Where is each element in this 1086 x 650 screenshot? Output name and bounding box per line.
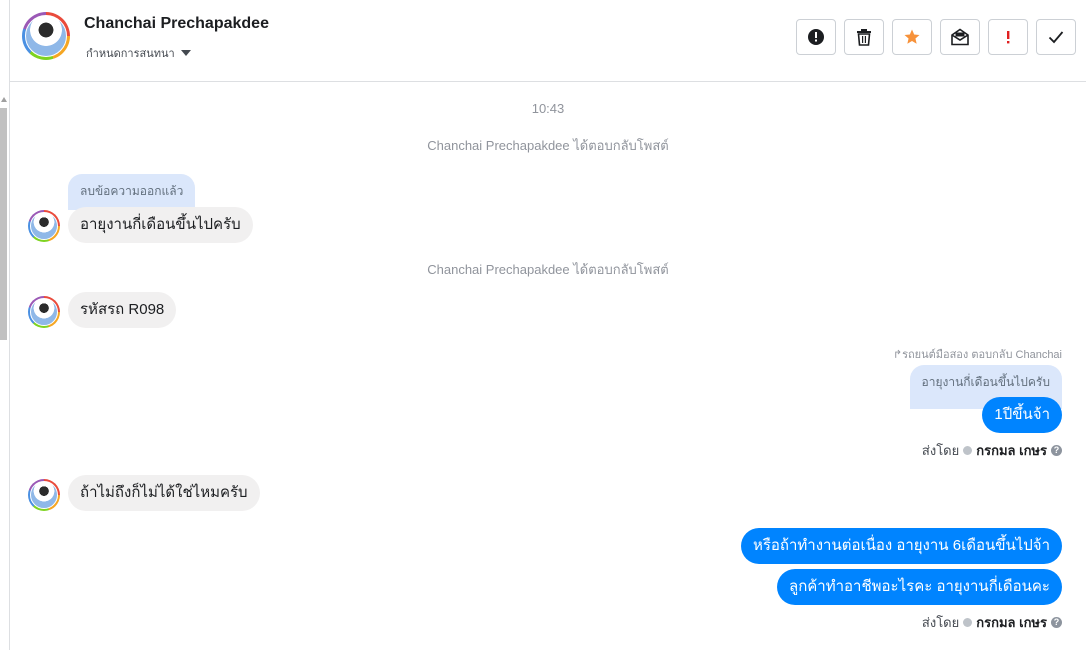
conversation-header: Chanchai Prechapakdee กำหนดการสนทนา [10, 0, 1086, 82]
sender-avatar[interactable] [28, 296, 60, 328]
incoming-message[interactable]: ถ้าไม่ถึงก็ไม่ได้ใช่ไหมครับ [68, 475, 260, 511]
system-notice: Chanchai Prechapakdee ได้ตอบกลับโพสต์ [427, 138, 669, 153]
quoted-message: ลบข้อความออกแล้ว [68, 174, 196, 210]
caret-down-icon [180, 50, 191, 56]
delete-button[interactable] [844, 19, 884, 55]
system-notice: Chanchai Prechapakdee ได้ตอบกลับโพสต์ [427, 262, 669, 277]
trash-icon [857, 29, 871, 46]
mark-done-button[interactable] [1036, 19, 1076, 55]
mark-unread-button[interactable] [940, 19, 980, 55]
conversation-settings-dropdown[interactable]: กำหนดการสนทนา [86, 44, 191, 62]
reply-note-text: รถยนต์มือสอง ตอบกลับ Chanchai [902, 349, 1062, 361]
help-icon[interactable]: ? [1051, 445, 1062, 456]
contact-name[interactable]: Chanchai Prechapakdee [84, 15, 269, 33]
mark-unread-icon [951, 28, 969, 46]
report-spam-button[interactable] [796, 19, 836, 55]
outgoing-message[interactable]: ลูกค้าทำอาชีพอะไรคะ อายุงานกี่เดือนคะ [777, 569, 1062, 605]
outgoing-message[interactable]: 1ปีขึ้นจ้า [982, 397, 1062, 433]
help-icon[interactable]: ? [1051, 617, 1062, 628]
verified-icon [963, 446, 973, 455]
mark-important-button[interactable] [988, 19, 1028, 55]
message-thread: 10:43 Chanchai Prechapakdee ได้ตอบกลับโพ… [10, 83, 1086, 650]
sender-name[interactable]: กรกมล เกษร [976, 440, 1047, 461]
check-icon [1048, 31, 1064, 44]
verified-icon [963, 618, 973, 627]
conversation-toolbar [796, 19, 1076, 55]
star-button[interactable] [892, 19, 932, 55]
message-timestamp: 10:43 [531, 101, 565, 116]
outgoing-message[interactable]: หรือถ้าทำงานต่อเนื่อง อายุงาน 6เดือนขึ้น… [740, 528, 1062, 564]
star-icon [904, 29, 920, 44]
sent-by-label: ส่งโดย [921, 443, 960, 458]
left-scrollbar[interactable] [0, 0, 10, 650]
incoming-message[interactable]: อายุงานกี่เดือนขึ้นไปครับ [68, 207, 253, 243]
sender-name[interactable]: กรกมล เกษร [976, 612, 1047, 633]
contact-avatar[interactable] [22, 12, 70, 60]
important-icon [1007, 31, 1010, 44]
incoming-message[interactable]: รหัสรถ R098 [68, 292, 177, 328]
conversation-settings-label: กำหนดการสนทนา [86, 48, 175, 60]
sender-avatar[interactable] [28, 210, 60, 242]
reply-note: ↱รถยนต์มือสอง ตอบกลับ Chanchai [893, 345, 1062, 363]
scroll-thumb[interactable] [0, 108, 7, 340]
sent-by-info: ส่งโดย กรกมล เกษร ? [922, 612, 1062, 633]
scroll-up-arrow-icon[interactable] [1, 97, 7, 102]
reply-arrow-icon: ↱ [892, 349, 903, 361]
sent-by-info: ส่งโดย กรกมล เกษร ? [922, 440, 1062, 461]
sent-by-label: ส่งโดย [921, 615, 960, 630]
alert-icon [808, 29, 824, 45]
sender-avatar[interactable] [28, 479, 60, 511]
